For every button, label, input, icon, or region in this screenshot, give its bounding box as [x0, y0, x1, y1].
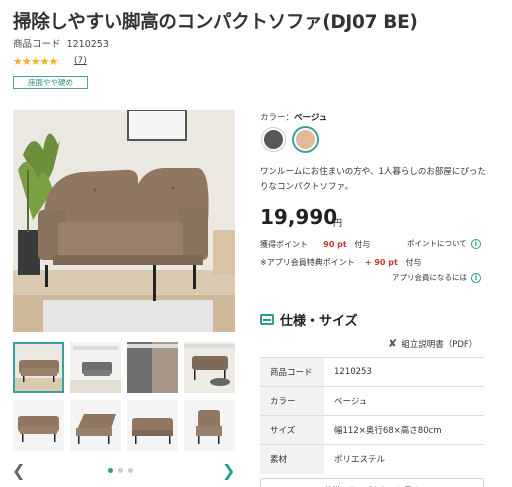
carousel-dots — [108, 468, 133, 473]
thumbnail-1[interactable] — [13, 342, 64, 393]
app-member-text: アプリ会員になるには — [392, 273, 467, 282]
firmness-tag[interactable]: 座面やや硬め — [13, 76, 88, 89]
thumbnail-sofa-image — [70, 342, 121, 393]
spec-value: 幅112×奥行68×高さ80cm — [324, 415, 484, 445]
earned-points-value: 90 pt — [323, 240, 347, 249]
app-points-row: ※アプリ会員特典ポイント + 90 pt 付与 — [260, 257, 421, 268]
thumbnail-sofa-image — [70, 400, 121, 451]
more-spec-button[interactable]: 仕様・サイズをもっと見る — [260, 478, 484, 487]
thumbnail-sofa-image — [127, 342, 178, 393]
thumbnail-6[interactable] — [70, 400, 121, 451]
carousel-dot[interactable] — [108, 468, 113, 473]
color-label: カラー：ベージュ — [260, 111, 327, 123]
color-label-text: カラー： — [260, 113, 295, 123]
product-title: 掃除しやすい脚高のコンパクトソファ(DJ07 BE) — [13, 12, 418, 33]
product-code-label: 商品コード — [13, 39, 61, 50]
app-points-value: + 90 pt — [364, 258, 398, 267]
app-points-label: ※アプリ会員特典ポイント — [260, 258, 355, 267]
selected-color: ベージュ — [294, 113, 328, 123]
spec-value: ベージュ — [324, 386, 484, 416]
app-points-suffix: 付与 — [405, 258, 422, 267]
carousel-dot[interactable] — [118, 468, 123, 473]
assembly-manual-link[interactable]: ✘ 組立説明書（PDF） — [388, 337, 477, 350]
thumbnail-2[interactable] — [70, 342, 121, 393]
info-icon: i — [471, 272, 481, 283]
table-row: サイズ 幅112×奥行68×高さ80cm — [260, 415, 484, 445]
earned-points-row: 獲得ポイント 90 pt 付与 — [260, 239, 370, 250]
tools-icon: ✘ — [388, 337, 398, 350]
chevron-right-icon[interactable]: ❯ — [222, 461, 235, 480]
carousel-dot[interactable] — [128, 468, 133, 473]
spec-key: 商品コード — [260, 357, 324, 387]
table-row: 商品コード 1210253 — [260, 357, 484, 387]
sofa-photo — [13, 110, 235, 332]
color-swatch-beige[interactable] — [294, 128, 317, 151]
review-count-link[interactable]: (7) — [74, 56, 87, 66]
price-unit: 円 — [333, 219, 343, 229]
spec-value: 1210253 — [324, 357, 484, 387]
color-swatch-gray[interactable] — [262, 128, 285, 151]
thumbnail-sofa-image — [13, 342, 64, 393]
info-icon: i — [470, 238, 481, 249]
chevron-left-icon[interactable]: ❮ — [12, 461, 25, 480]
spec-heading-text: 仕様・サイズ — [280, 314, 358, 329]
spec-key: カラー — [260, 386, 324, 416]
main-product-image[interactable] — [13, 110, 235, 332]
thumbnail-7[interactable] — [127, 400, 178, 451]
thumbnail-sofa-image — [184, 342, 235, 393]
ruler-icon — [260, 314, 274, 325]
thumbnail-sofa-image — [13, 400, 64, 451]
product-code: 1210253 — [66, 39, 109, 50]
app-member-link[interactable]: アプリ会員になるには i — [392, 272, 481, 283]
assembly-manual-text: 組立説明書（PDF） — [401, 339, 478, 350]
thumbnail-4[interactable] — [184, 342, 235, 393]
table-row: 素材 ポリエステル — [260, 444, 484, 474]
spec-table: 商品コード 1210253 カラー ベージュ サイズ 幅112×奥行68×高さ8… — [260, 357, 484, 474]
spec-heading: 仕様・サイズ — [260, 310, 358, 329]
spec-key: サイズ — [260, 415, 324, 445]
points-info-text: ポイントについて — [407, 239, 467, 248]
table-row: カラー ベージュ — [260, 386, 484, 416]
points-info-link[interactable]: ポイントについて i — [407, 238, 481, 249]
spec-key: 素材 — [260, 444, 324, 474]
product-description: ワンルームにお住まいの方や、1人暮らしのお部屋にぴったりなコンパクトソファ。 — [260, 167, 486, 192]
thumbnail-sofa-image — [184, 400, 235, 451]
spec-value: ポリエステル — [324, 444, 484, 474]
price-value: 19,990 — [260, 205, 338, 229]
thumbnail-8[interactable] — [184, 400, 235, 451]
thumbnail-5[interactable] — [13, 400, 64, 451]
earned-points-label: 獲得ポイント — [260, 240, 308, 249]
thumbnail-3[interactable] — [127, 342, 178, 393]
product-code-line: 商品コード 1210253 — [13, 36, 109, 50]
thumbnail-sofa-image — [127, 400, 178, 451]
earned-points-suffix: 付与 — [354, 240, 371, 249]
rating-stars-icon: ★★★★★ — [13, 55, 58, 68]
